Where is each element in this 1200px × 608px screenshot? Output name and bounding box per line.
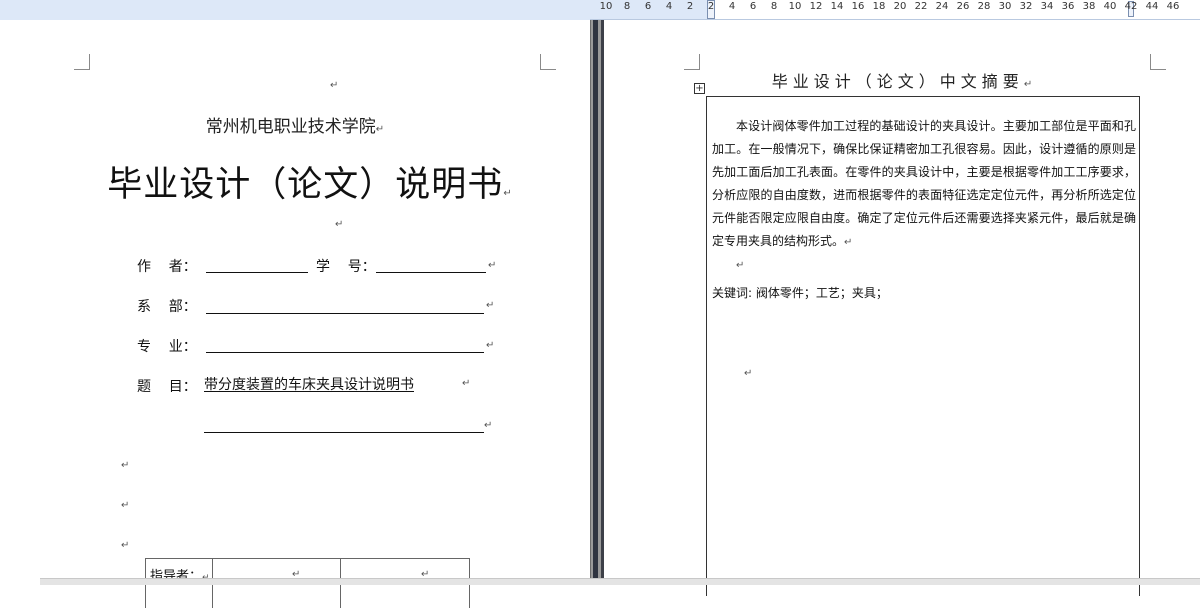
- ruler-tick: 14: [830, 1, 844, 12]
- paragraph-mark: ↵: [484, 420, 493, 431]
- ruler-tick: 32: [1019, 1, 1033, 12]
- keywords: 关键词: 阀体零件；工艺；夹具；: [712, 286, 888, 300]
- ruler-tick: 20: [893, 1, 907, 12]
- ruler-tick: 16: [851, 1, 865, 12]
- paragraph-mark: ↵: [488, 260, 497, 271]
- page-divider: [590, 20, 604, 584]
- ruler-left-area: [0, 0, 590, 20]
- paragraph-mark: ↵: [744, 368, 753, 379]
- abstract-page: 毕业设计（论文）中文摘要↵ + 本设计阀体零件加工过程的基础设计的夹具设计。主要…: [604, 20, 1200, 596]
- student-id-field[interactable]: [376, 272, 486, 273]
- ruler-tick: 38: [1082, 1, 1096, 12]
- ruler-tick: 30: [998, 1, 1012, 12]
- document-title: 毕业设计（论文）说明书↵: [107, 165, 513, 205]
- ruler-tick: 26: [956, 1, 970, 12]
- cover-page: ↵ 常州机电职业技术学院↵ 毕业设计（论文）说明书↵ ↵ 作 者： 学 号： ↵…: [0, 20, 590, 608]
- ruler-tick: 2: [707, 1, 715, 12]
- ruler-tick: 46: [1166, 1, 1180, 12]
- ruler-tick: 28: [977, 1, 991, 12]
- paragraph-mark: ↵: [486, 300, 495, 311]
- ruler-tick: 4: [665, 1, 673, 12]
- paragraph-mark: ↵: [121, 500, 130, 511]
- margin-corner-top-right: [540, 54, 556, 70]
- ruler-tick: 12: [809, 1, 823, 12]
- ruler-tick: 6: [644, 1, 652, 12]
- ruler-tick: 10: [788, 1, 802, 12]
- ruler-tick: 24: [935, 1, 949, 12]
- student-id-label: 学 号：: [316, 259, 376, 275]
- paragraph-mark: ↵: [121, 460, 130, 471]
- topic-label: 题 目：: [137, 379, 197, 395]
- department-field[interactable]: [206, 313, 484, 314]
- major-label: 专 业：: [137, 339, 197, 355]
- major-field[interactable]: [206, 352, 484, 353]
- department-label: 系 部：: [137, 299, 197, 315]
- ruler-tick: 8: [623, 1, 631, 12]
- ruler-tick: 44: [1145, 1, 1159, 12]
- ruler-tick: 8: [770, 1, 778, 12]
- ruler-tick: 10: [599, 1, 613, 12]
- topic-value[interactable]: 带分度装置的车床夹具设计说明书: [204, 374, 466, 394]
- author-field[interactable]: [206, 272, 308, 273]
- ruler-tick: 40: [1103, 1, 1117, 12]
- ruler-tick: 36: [1061, 1, 1075, 12]
- school-name: 常州机电职业技术学院↵: [205, 117, 385, 137]
- ruler-tick: 2: [686, 1, 694, 12]
- table-move-handle-icon[interactable]: +: [694, 83, 705, 94]
- ruler-tick: 4: [728, 1, 736, 12]
- author-label: 作 者：: [137, 259, 197, 275]
- paragraph-mark: ↵: [736, 260, 745, 271]
- ruler-tick: 34: [1040, 1, 1054, 12]
- paragraph-mark: ↵: [330, 80, 339, 91]
- margin-corner-top-left: [74, 54, 90, 70]
- paragraph-mark: ↵: [486, 340, 495, 351]
- ruler-tick: 22: [914, 1, 928, 12]
- ruler-tick: 18: [872, 1, 886, 12]
- ruler-tick: 42: [1124, 1, 1138, 12]
- paragraph-mark: ↵: [462, 378, 471, 389]
- paragraph-mark: ↵: [335, 219, 344, 230]
- paragraph-mark: ↵: [121, 540, 130, 551]
- horizontal-ruler[interactable]: 10 8 6 4 2 2 4 6 8 10 12 14 16 18 20 22 24 26 28 30 32 34 36 38…: [590, 0, 1200, 20]
- topic-field-line-2[interactable]: [204, 432, 484, 433]
- ruler-tick: 6: [749, 1, 757, 12]
- abstract-body: 本设计阀体零件加工过程的基础设计的夹具设计。主要加工部位是平面和孔加工。在一般情…: [712, 119, 1136, 248]
